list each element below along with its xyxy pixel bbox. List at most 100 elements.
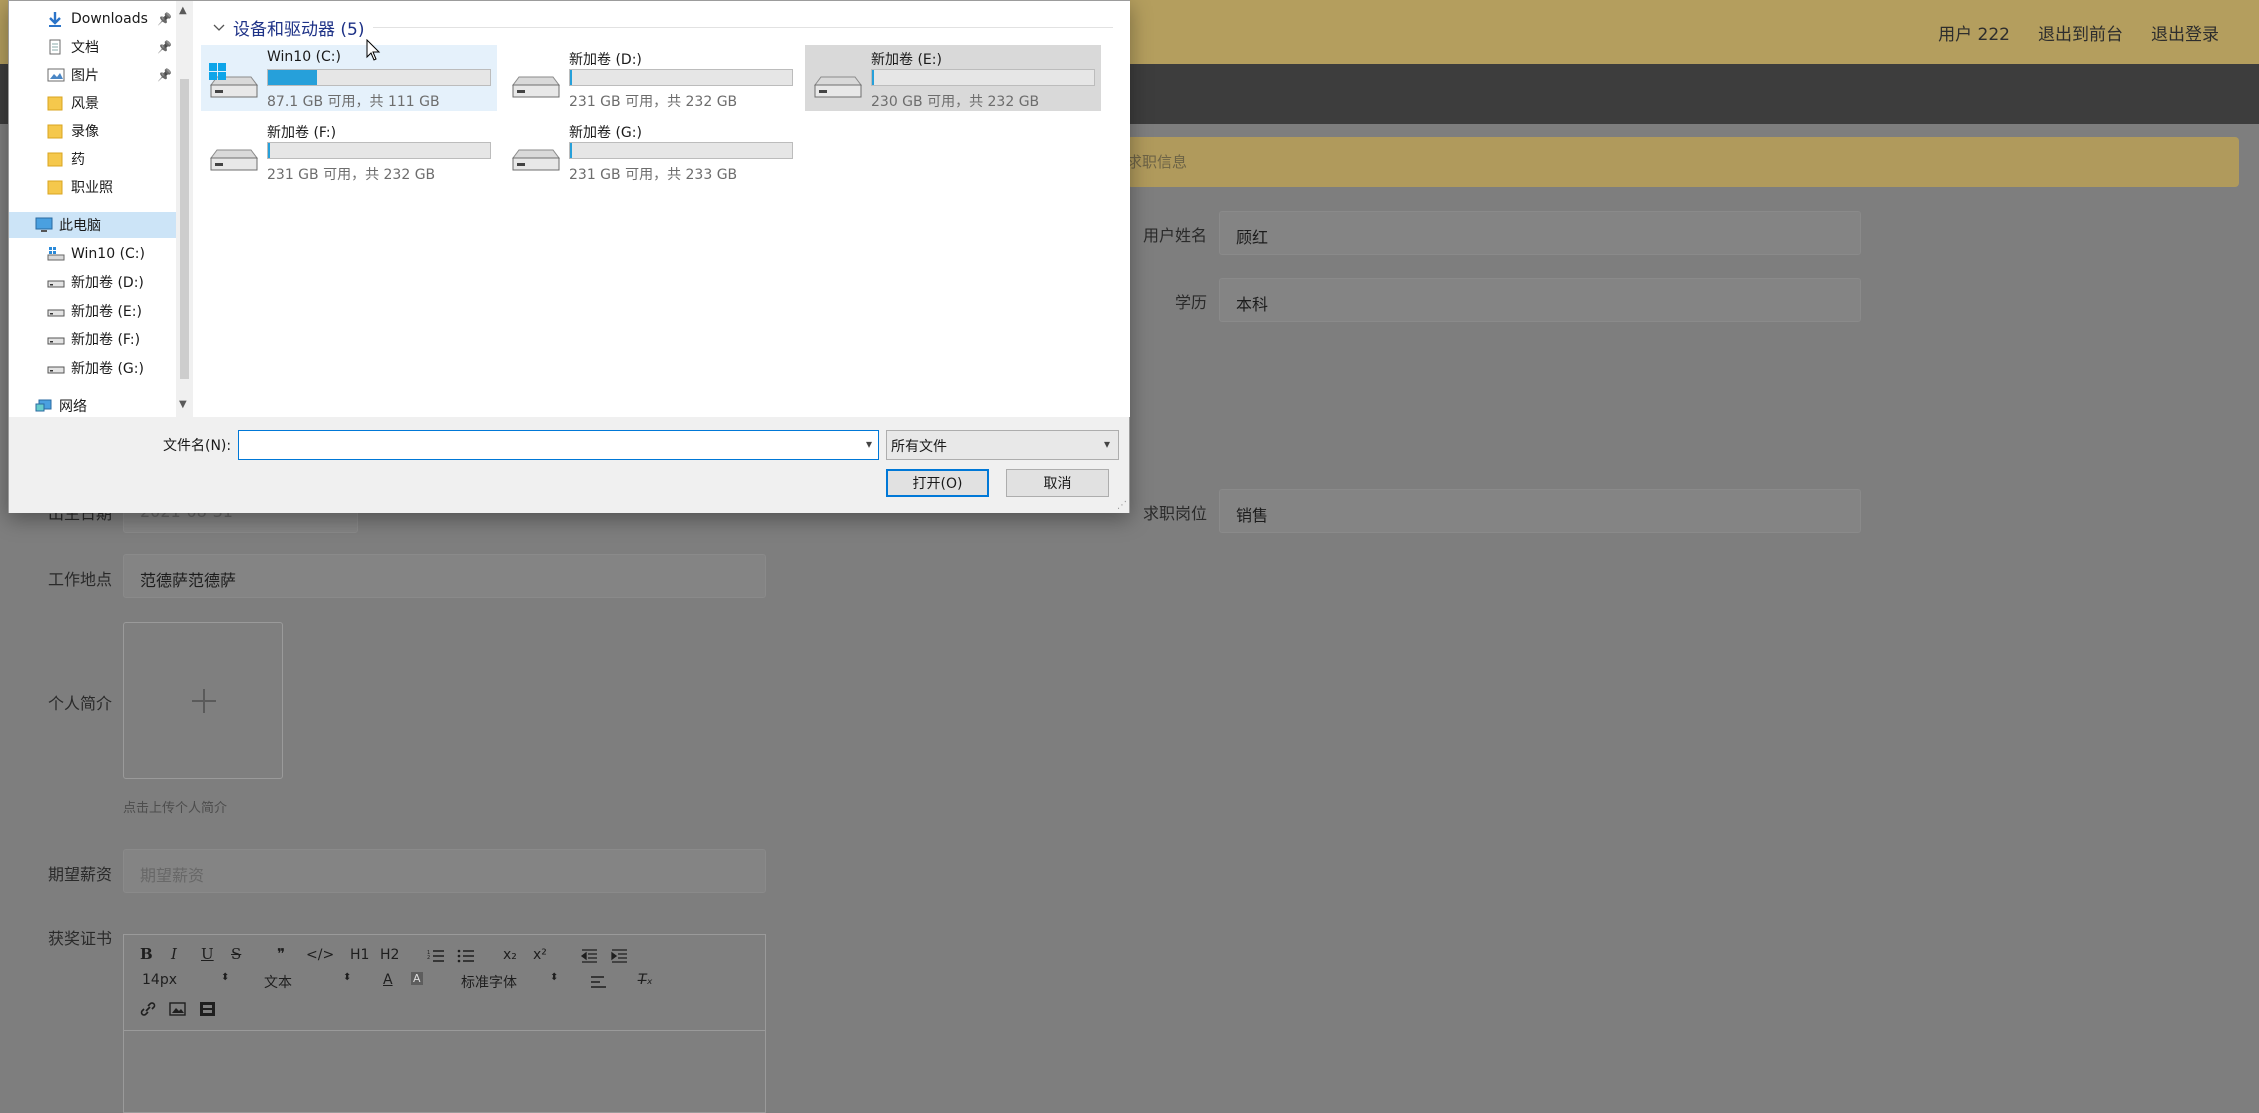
- nav-item[interactable]: 新加卷 (F:): [9, 326, 176, 352]
- work-location-field[interactable]: 范德萨范德萨: [123, 554, 766, 598]
- resize-grip-icon[interactable]: ⋰: [1117, 500, 1127, 511]
- education-label: 学历: [1174, 293, 1207, 312]
- nav-item[interactable]: 新加卷 (D:): [9, 269, 176, 295]
- nav-item[interactable]: 网络: [9, 393, 176, 419]
- outdent-icon[interactable]: [580, 948, 598, 964]
- block-format-select[interactable]: 文本: [264, 972, 292, 992]
- username-label: 用户姓名: [1142, 226, 1207, 245]
- document-icon: [47, 39, 65, 55]
- salary-field[interactable]: 期望薪资: [123, 849, 766, 893]
- filename-combobox[interactable]: ▾: [238, 430, 879, 460]
- scroll-down-icon[interactable]: ▼: [179, 399, 187, 410]
- user-account-link[interactable]: 用户 222: [1938, 20, 2010, 45]
- drive-usage-bar: [569, 69, 793, 86]
- nav-item-label: 录像: [71, 124, 99, 140]
- drive-tile[interactable]: 新加卷 (D:) 231 GB 可用，共 232 GB: [503, 45, 799, 111]
- heading1-button[interactable]: H1: [350, 947, 369, 963]
- nav-item[interactable]: 风景: [9, 90, 176, 116]
- folder-icon: [47, 95, 65, 111]
- drive-icon: [47, 303, 65, 319]
- drive-tile[interactable]: 新加卷 (E:) 230 GB 可用，共 232 GB: [805, 45, 1101, 111]
- font-color-icon[interactable]: A: [383, 972, 393, 988]
- hard-drive-icon: [811, 63, 863, 107]
- education-field[interactable]: 本科: [1219, 278, 1861, 322]
- drive-name: Win10 (C:): [267, 49, 341, 65]
- drive-usage-fill: [570, 70, 572, 85]
- drive-icon: [47, 360, 65, 376]
- strike-button[interactable]: S: [231, 945, 241, 963]
- nav-item-label: 职业照: [71, 180, 113, 196]
- drive-tile[interactable]: 新加卷 (F:) 231 GB 可用，共 232 GB: [201, 118, 497, 184]
- bullet-list-icon[interactable]: [457, 948, 475, 964]
- image-icon[interactable]: [169, 1001, 187, 1017]
- nav-item[interactable]: Downloads 📌: [9, 6, 176, 32]
- open-button[interactable]: 打开(O): [886, 469, 989, 497]
- drive-tile[interactable]: 新加卷 (G:) 231 GB 可用，共 233 GB: [503, 118, 799, 184]
- filename-dropdown-icon[interactable]: ▾: [866, 437, 872, 451]
- filetype-dropdown-icon: ▾: [1103, 437, 1110, 451]
- underline-button[interactable]: U: [201, 945, 214, 963]
- position-field[interactable]: 销售: [1219, 489, 1861, 533]
- rich-text-editor[interactable]: B I U S ❞ </> H1 H2 12 x₂ x² 14px ⬍ 文本 ⬍…: [123, 934, 766, 1113]
- svg-text:2: 2: [427, 955, 430, 961]
- nav-item[interactable]: 录像: [9, 118, 176, 144]
- video-icon[interactable]: [199, 1001, 217, 1017]
- nav-item[interactable]: 文档 📌: [9, 34, 176, 60]
- nav-item[interactable]: Win10 (C:): [9, 241, 176, 267]
- nav-item-label: 新加卷 (E:): [71, 304, 142, 320]
- filename-input[interactable]: [239, 431, 839, 459]
- font-size-select[interactable]: 14px: [142, 972, 177, 988]
- nav-item-label: 此电脑: [59, 218, 101, 234]
- nav-item-label: 药: [71, 152, 85, 168]
- username-field[interactable]: 顾红: [1219, 211, 1861, 255]
- link-icon[interactable]: [139, 1001, 157, 1017]
- ordered-list-icon[interactable]: 12: [427, 948, 445, 964]
- heading2-button[interactable]: H2: [380, 947, 399, 963]
- drive-usage-bar: [871, 69, 1095, 86]
- scroll-thumb[interactable]: [180, 79, 189, 379]
- filetype-select[interactable]: 所有文件 ▾: [886, 430, 1119, 460]
- nav-item-label: 新加卷 (G:): [71, 361, 144, 377]
- indent-icon[interactable]: [610, 948, 628, 964]
- superscript-button[interactable]: x²: [533, 947, 547, 963]
- nav-scrollbar[interactable]: ▲ ▼: [176, 1, 193, 417]
- drive-space-info: 230 GB 可用，共 232 GB: [871, 94, 1040, 110]
- hard-drive-icon: [207, 136, 259, 180]
- nav-item[interactable]: 新加卷 (G:): [9, 355, 176, 381]
- nav-item-label: Win10 (C:): [71, 246, 145, 262]
- nav-item[interactable]: 此电脑: [9, 212, 176, 238]
- bold-button[interactable]: B: [140, 945, 153, 963]
- filetype-value: 所有文件: [891, 439, 947, 455]
- drive-usage-fill: [268, 143, 270, 158]
- drive-name: 新加卷 (F:): [267, 125, 337, 141]
- nav-item[interactable]: 图片 📌: [9, 62, 176, 88]
- quote-icon[interactable]: ❞: [277, 945, 285, 963]
- filename-label: 文件名(N):: [163, 438, 232, 454]
- subscript-button[interactable]: x₂: [503, 947, 517, 963]
- cancel-button[interactable]: 取消: [1006, 469, 1109, 497]
- nav-item[interactable]: 新加卷 (E:): [9, 298, 176, 324]
- header-links: 用户 222 退出到前台 退出登录: [1938, 20, 2219, 45]
- file-list-pane: 设备和驱动器 (5) Win10 (C:) 87.1 GB 可用，共 111 GB…: [193, 1, 1130, 417]
- scroll-up-icon[interactable]: ▲: [179, 5, 187, 16]
- nav-item-label: Downloads: [71, 11, 148, 27]
- back-to-frontend-link[interactable]: 退出到前台: [2038, 20, 2123, 45]
- mouse-cursor-icon: [366, 39, 381, 61]
- position-label: 求职岗位: [1142, 504, 1207, 523]
- align-icon[interactable]: [590, 975, 608, 989]
- devices-group-header[interactable]: 设备和驱动器 (5): [213, 15, 364, 40]
- navigation-pane: Downloads 📌 文档 📌 图片 📌 风景录像药职业照此电脑 Win10 (C:) 新加卷…: [9, 1, 176, 417]
- font-family-select[interactable]: 标准字体: [461, 972, 517, 992]
- nav-item-label: 图片: [71, 68, 99, 84]
- intro-upload-box[interactable]: [123, 622, 283, 779]
- italic-button[interactable]: I: [171, 945, 177, 963]
- drive-tile[interactable]: Win10 (C:) 87.1 GB 可用，共 111 GB: [201, 45, 497, 111]
- windows-drive-icon: [47, 246, 65, 262]
- code-icon[interactable]: </>: [306, 947, 334, 963]
- nav-item[interactable]: 药: [9, 146, 176, 172]
- work-location-label: 工作地点: [47, 570, 112, 589]
- logout-link[interactable]: 退出登录: [2151, 20, 2219, 45]
- clear-format-icon[interactable]: T̶ₓ: [638, 972, 653, 988]
- nav-item[interactable]: 职业照: [9, 174, 176, 200]
- background-color-icon[interactable]: A: [411, 972, 423, 985]
